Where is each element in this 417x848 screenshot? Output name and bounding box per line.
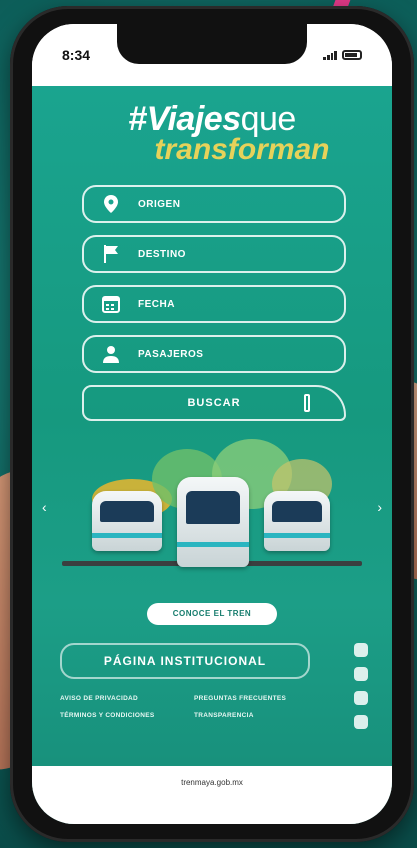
calendar-icon — [100, 295, 122, 313]
footer-link-privacy[interactable]: AVISO DE PRIVACIDAD — [60, 695, 186, 702]
phone-frame: 8:34 #Viajesque transforman ORIGEN DESTI… — [10, 6, 414, 842]
notch — [117, 24, 307, 64]
facebook-icon[interactable] — [354, 691, 368, 705]
date-field[interactable]: FECHA — [82, 285, 346, 323]
destination-label: DESTINO — [138, 248, 186, 260]
origin-label: ORIGEN — [138, 198, 181, 210]
passengers-label: PASAJEROS — [138, 348, 204, 360]
train-stripe — [177, 542, 249, 548]
train-windshield — [100, 500, 154, 523]
person-icon — [100, 345, 122, 363]
browser-address-bar[interactable]: trenmaya.gob.mx — [32, 766, 392, 824]
hero-illustration: ‹ › — [32, 439, 392, 589]
phone-screen: 8:34 #Viajesque transforman ORIGEN DESTI… — [32, 24, 392, 824]
search-form: ORIGEN DESTINO FECHA PASAJEROS BUSCAR — [82, 185, 346, 421]
footer-link-transparency[interactable]: TRANSPARENCIA — [194, 712, 320, 719]
train-stripe — [92, 532, 162, 538]
passengers-field[interactable]: PASAJEROS — [82, 335, 346, 373]
flag-icon — [100, 245, 122, 263]
carousel-next-arrow[interactable]: › — [377, 499, 382, 515]
date-label: FECHA — [138, 298, 175, 310]
logo-line-2: transforman — [154, 133, 330, 166]
train-stripe — [264, 532, 330, 538]
train-left — [92, 491, 162, 551]
search-button[interactable]: BUSCAR — [82, 385, 346, 421]
institutional-page-button[interactable]: PÁGINA INSTITUCIONAL — [60, 643, 310, 679]
status-icons — [323, 50, 362, 60]
footer-link-faq[interactable]: PREGUNTAS FRECUENTES — [194, 695, 320, 702]
carousel-prev-arrow[interactable]: ‹ — [42, 499, 47, 515]
browser-url: trenmaya.gob.mx — [181, 778, 243, 787]
destination-field[interactable]: DESTINO — [82, 235, 346, 273]
battery-icon — [342, 50, 362, 60]
train-window-icon — [304, 394, 310, 412]
location-pin-icon — [100, 195, 122, 213]
train-center — [177, 477, 249, 567]
social-links — [354, 643, 368, 729]
campaign-logo: #Viajesque transforman — [32, 86, 392, 167]
footer: PÁGINA INSTITUCIONAL AVISO DE PRIVACIDAD… — [32, 643, 392, 729]
search-button-label: BUSCAR — [187, 397, 241, 409]
footer-links: AVISO DE PRIVACIDAD PREGUNTAS FRECUENTES… — [60, 695, 320, 719]
footer-link-terms[interactable]: TÉRMINOS Y CONDICIONES — [60, 712, 186, 719]
app-content: #Viajesque transforman ORIGEN DESTINO FE… — [32, 86, 392, 824]
instagram-icon[interactable] — [354, 667, 368, 681]
train-right — [264, 491, 330, 551]
signal-icon — [323, 50, 337, 60]
train-windshield — [271, 500, 323, 523]
youtube-icon[interactable] — [354, 715, 368, 729]
origin-field[interactable]: ORIGEN — [82, 185, 346, 223]
know-the-train-button[interactable]: CONOCE EL TREN — [147, 603, 277, 625]
train-windshield — [185, 491, 241, 524]
status-time: 8:34 — [62, 47, 91, 63]
status-bar: 8:34 — [32, 24, 392, 86]
institutional-page-label: PÁGINA INSTITUCIONAL — [103, 654, 267, 668]
x-icon[interactable] — [354, 643, 368, 657]
